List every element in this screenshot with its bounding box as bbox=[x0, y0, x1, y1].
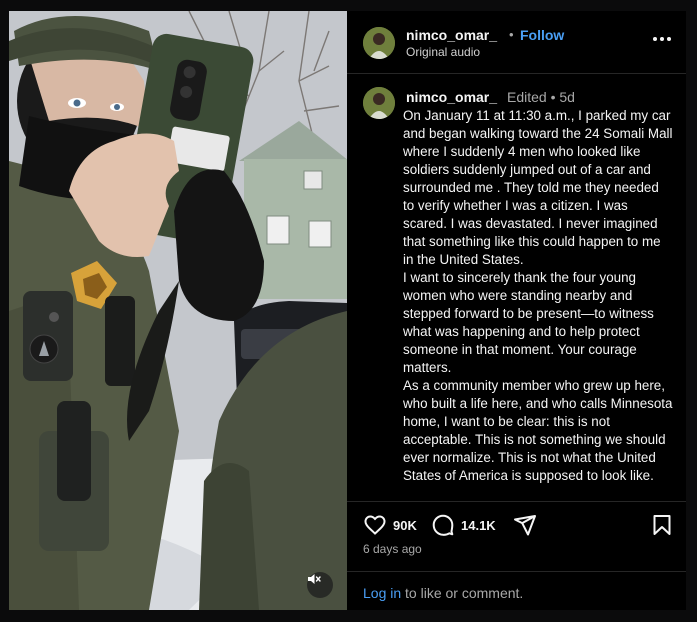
author-username[interactable]: nimco_omar_ bbox=[406, 27, 497, 43]
post-video[interactable] bbox=[9, 11, 347, 610]
comment-bubble-icon[interactable] bbox=[431, 513, 455, 537]
caption-author-username[interactable]: nimco_omar_ bbox=[406, 89, 497, 105]
actions-divider bbox=[347, 501, 686, 503]
more-options-icon[interactable] bbox=[653, 37, 673, 43]
login-link[interactable]: Log in bbox=[363, 585, 401, 601]
avatar-image bbox=[363, 87, 395, 119]
comment-count: 14.1K bbox=[461, 517, 496, 533]
paper-plane-icon[interactable] bbox=[513, 513, 537, 537]
share-action[interactable] bbox=[513, 513, 537, 537]
separator-dot: • bbox=[509, 27, 514, 42]
bookmark-icon[interactable] bbox=[650, 513, 674, 537]
comment-action[interactable]: 14.1K bbox=[431, 513, 496, 537]
post-header: nimco_omar_ • Follow Original audio bbox=[347, 11, 686, 74]
video-frame-illustration bbox=[9, 11, 347, 610]
edited-timestamp: Edited • 5d bbox=[507, 89, 575, 105]
post-details-panel: nimco_omar_ • Follow Original audio nimc… bbox=[347, 11, 686, 610]
avatar-image bbox=[363, 27, 395, 59]
post-caption: On January 11 at 11:30 a.m., I parked my… bbox=[403, 108, 673, 483]
follow-button[interactable]: Follow bbox=[520, 27, 564, 43]
post-time: 6 days ago bbox=[363, 542, 422, 556]
like-action[interactable]: 90K bbox=[363, 513, 417, 537]
mute-button[interactable] bbox=[307, 572, 333, 598]
save-action[interactable] bbox=[650, 513, 674, 537]
heart-icon[interactable] bbox=[363, 513, 387, 537]
caption-author-avatar[interactable] bbox=[363, 87, 395, 119]
login-prompt-text: to like or comment. bbox=[401, 585, 524, 601]
post-modal: nimco_omar_ • Follow Original audio nimc… bbox=[9, 11, 686, 610]
login-prompt: Log in to like or comment. bbox=[363, 585, 523, 601]
like-count: 90K bbox=[393, 517, 417, 533]
original-audio-link[interactable]: Original audio bbox=[406, 45, 480, 59]
speaker-muted-icon bbox=[308, 574, 321, 584]
author-avatar[interactable] bbox=[363, 27, 395, 59]
